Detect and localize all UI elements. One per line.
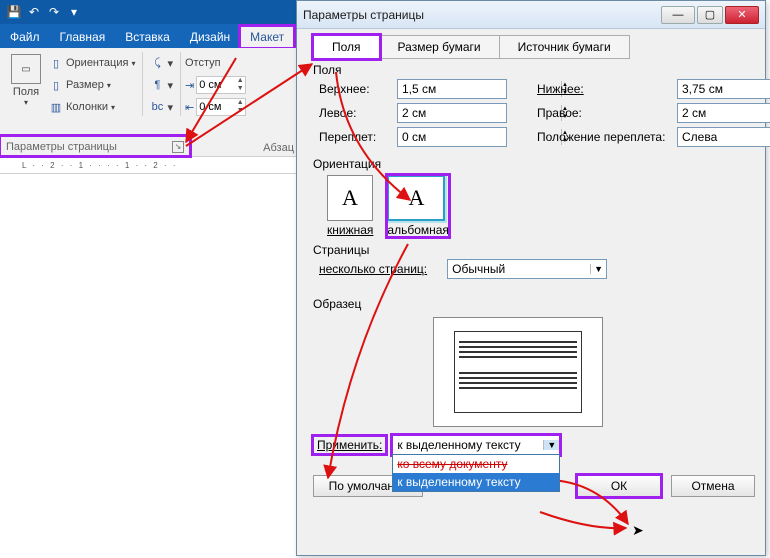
columns-button[interactable]: ▥Колонки▾	[46, 99, 118, 115]
bottom-margin-input[interactable]: ▲▼	[677, 79, 770, 99]
page-setup-group-label: Параметры страницы ↘	[0, 136, 190, 156]
dialog-titlebar[interactable]: Параметры страницы — ▢ ✕	[297, 1, 765, 29]
minimize-button[interactable]: —	[661, 6, 695, 24]
tab-paper[interactable]: Размер бумаги	[379, 35, 500, 59]
gutter-label: Переплет:	[319, 130, 397, 144]
indent-heading: Отступ	[185, 52, 246, 74]
orientation-button[interactable]: ▯Ориентация▾	[46, 55, 138, 71]
redo-icon[interactable]: ↷	[44, 3, 64, 21]
tab-insert[interactable]: Вставка	[115, 26, 180, 48]
columns-icon: ▥	[49, 100, 63, 114]
size-icon: ▯	[49, 78, 63, 92]
qat-more-icon[interactable]: ▾	[64, 3, 84, 21]
multipages-combo[interactable]: Обычный▼	[447, 259, 607, 279]
pages-heading: Страницы	[313, 243, 755, 257]
orientation-icon: ▯	[49, 56, 63, 70]
dialog-tabs: Поля Размер бумаги Источник бумаги	[313, 35, 755, 59]
margins-icon: ▭	[11, 54, 41, 84]
preview-box	[433, 317, 603, 427]
close-button[interactable]: ✕	[725, 6, 759, 24]
page-setup-dialog: Параметры страницы — ▢ ✕ Поля Размер бум…	[296, 0, 766, 556]
breaks-button[interactable]: ⤹▾	[147, 55, 176, 71]
save-icon[interactable]: 💾	[4, 3, 24, 21]
margins-label: Поля	[6, 86, 46, 98]
tab-home[interactable]: Главная	[50, 26, 116, 48]
tab-file[interactable]: Файл	[0, 26, 50, 48]
gutter-input[interactable]: ▲▼	[397, 127, 507, 147]
right-margin-label: Правое:	[537, 106, 677, 120]
orientation-portrait[interactable]: A книжная	[327, 175, 373, 237]
top-margin-label: Верхнее:	[319, 82, 397, 96]
left-margin-label: Левое:	[319, 106, 397, 120]
right-margin-input[interactable]: ▲▼	[677, 103, 770, 123]
indent-left-input[interactable]: ▲▼	[196, 76, 246, 94]
gutter-pos-combo[interactable]: Слева▼	[677, 127, 770, 147]
hyphenation-icon: bc	[150, 100, 164, 114]
tab-margins[interactable]: Поля	[313, 35, 380, 59]
apply-to-dropdown: ко всему документу к выделенному тексту	[392, 454, 560, 492]
horizontal-ruler[interactable]: L · · 2 · · 1 · · · · 1 · · 2 · ·	[0, 156, 300, 174]
top-margin-input[interactable]: ▲▼	[397, 79, 507, 99]
apply-to-label: Применить:	[313, 436, 386, 454]
indent-right-input[interactable]: ▲▼	[196, 98, 246, 116]
indent-right-icon: ⇤	[185, 101, 194, 114]
cancel-button[interactable]: Отмена	[671, 475, 755, 497]
word-window: 💾 ↶ ↷ ▾ Файл Главная Вставка Дизайн Маке…	[0, 0, 300, 558]
breaks-icon: ⤹	[150, 56, 164, 70]
gutter-pos-label: Положение переплета:	[537, 130, 677, 144]
ribbon-layout: ▭ Поля ▾ ▯Ориентация▾ ▯Размер▾ ▥Колонки▾…	[0, 48, 300, 156]
preview-page	[454, 331, 582, 413]
tab-layout[interactable]: Макет	[240, 26, 294, 48]
tab-design[interactable]: Дизайн	[180, 26, 240, 48]
page-setup-launcher[interactable]: ↘	[172, 141, 184, 153]
preview-heading: Образец	[313, 297, 755, 311]
apply-to-combo[interactable]: к выделенному тексту▼	[392, 435, 560, 455]
size-button[interactable]: ▯Размер▾	[46, 77, 114, 93]
undo-icon[interactable]: ↶	[24, 3, 44, 21]
help-button[interactable]: ▢	[697, 6, 723, 24]
landscape-icon: A	[387, 175, 445, 221]
tab-source[interactable]: Источник бумаги	[499, 35, 630, 59]
left-margin-input[interactable]: ▲▼	[397, 103, 507, 123]
linenumbers-icon: ¶	[150, 78, 164, 92]
separator	[142, 52, 143, 116]
bottom-margin-label: Нижнее:	[537, 82, 677, 96]
hyphenation-button[interactable]: bc▾	[147, 99, 176, 115]
separator	[180, 52, 181, 116]
portrait-icon: A	[327, 175, 373, 221]
dialog-title: Параметры страницы	[303, 8, 659, 22]
margins-section-heading: Поля	[313, 63, 755, 77]
ribbon-tabs: Файл Главная Вставка Дизайн Макет Ссы	[0, 24, 300, 48]
apply-opt-selection[interactable]: к выделенному тексту	[393, 473, 559, 491]
mouse-cursor-icon: ➤	[632, 522, 644, 539]
orientation-heading: Ориентация	[313, 157, 755, 171]
indent-left-icon: ⇥	[185, 79, 194, 92]
margins-button[interactable]: ▭ Поля ▾	[6, 52, 46, 118]
quick-access-toolbar: 💾 ↶ ↷ ▾	[0, 0, 300, 24]
paragraph-group-label: Абзац	[263, 142, 294, 154]
ok-button[interactable]: ОК	[577, 475, 661, 497]
linenumbers-button[interactable]: ¶▾	[147, 77, 176, 93]
apply-opt-all[interactable]: ко всему документу	[393, 455, 559, 473]
orientation-landscape[interactable]: A альбомная	[387, 175, 449, 237]
multipages-label: несколько страниц:	[319, 262, 427, 276]
